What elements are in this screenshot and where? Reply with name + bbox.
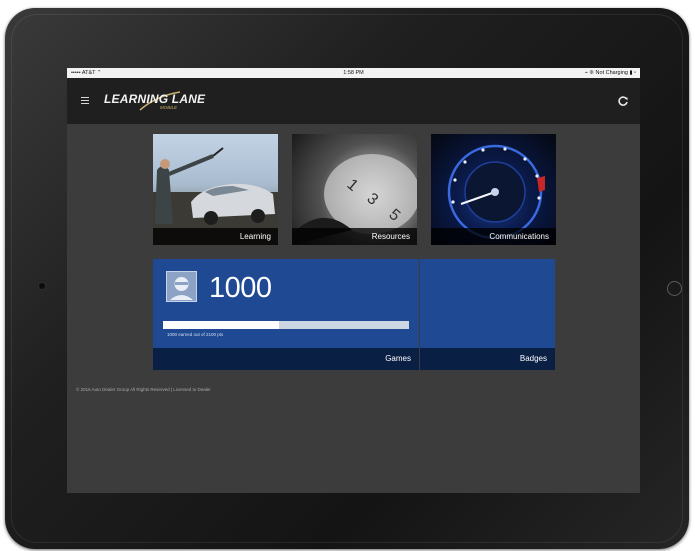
points-progress-text: 1000 earned out of 2100 pts [167, 332, 224, 337]
user-avatar-icon [170, 277, 193, 300]
points-progress-fill [163, 321, 279, 329]
battery-status: ⌁ ❊ Not Charging ▮ ▫ [584, 70, 636, 76]
tile-resources[interactable]: 1 3 5 Resources [292, 134, 417, 245]
refresh-icon[interactable] [617, 94, 629, 106]
clock-label: 1:58 PM [343, 70, 364, 76]
app-screen: ••••• AT&T ⌃ 1:58 PM ⌁ ❊ Not Charging ▮ … [67, 68, 640, 493]
home-button[interactable] [667, 281, 682, 296]
tile-badges[interactable]: Badges [420, 259, 555, 370]
tile-learning[interactable]: Learning [153, 134, 278, 245]
tile-learning-label: Learning [153, 228, 278, 245]
tile-communications-label: Communications [431, 228, 556, 245]
app-logo: LEARNING LANE MOBILE [104, 90, 214, 114]
hamburger-icon[interactable] [81, 97, 89, 104]
tile-resources-label: Resources [292, 228, 417, 245]
points-score: 1000 [209, 272, 272, 304]
app-header: LEARNING LANE MOBILE [67, 78, 640, 124]
front-camera [39, 283, 45, 289]
footer-copyright: © 2016 Auto Dealer Group All Rights Rese… [76, 387, 211, 392]
tile-badges-label: Badges [420, 348, 555, 370]
logo-text: LEARNING LANE [104, 92, 206, 106]
tile-games[interactable]: 1000 1000 earned out of 2100 pts Games [153, 259, 419, 370]
logo-subtext: MOBILE [160, 105, 178, 110]
points-progress-bar [163, 321, 409, 329]
tile-communications[interactable]: Communications [431, 134, 556, 245]
avatar [166, 271, 197, 302]
status-bar: ••••• AT&T ⌃ 1:58 PM ⌁ ❊ Not Charging ▮ … [67, 68, 640, 78]
tile-games-label: Games [153, 348, 419, 370]
